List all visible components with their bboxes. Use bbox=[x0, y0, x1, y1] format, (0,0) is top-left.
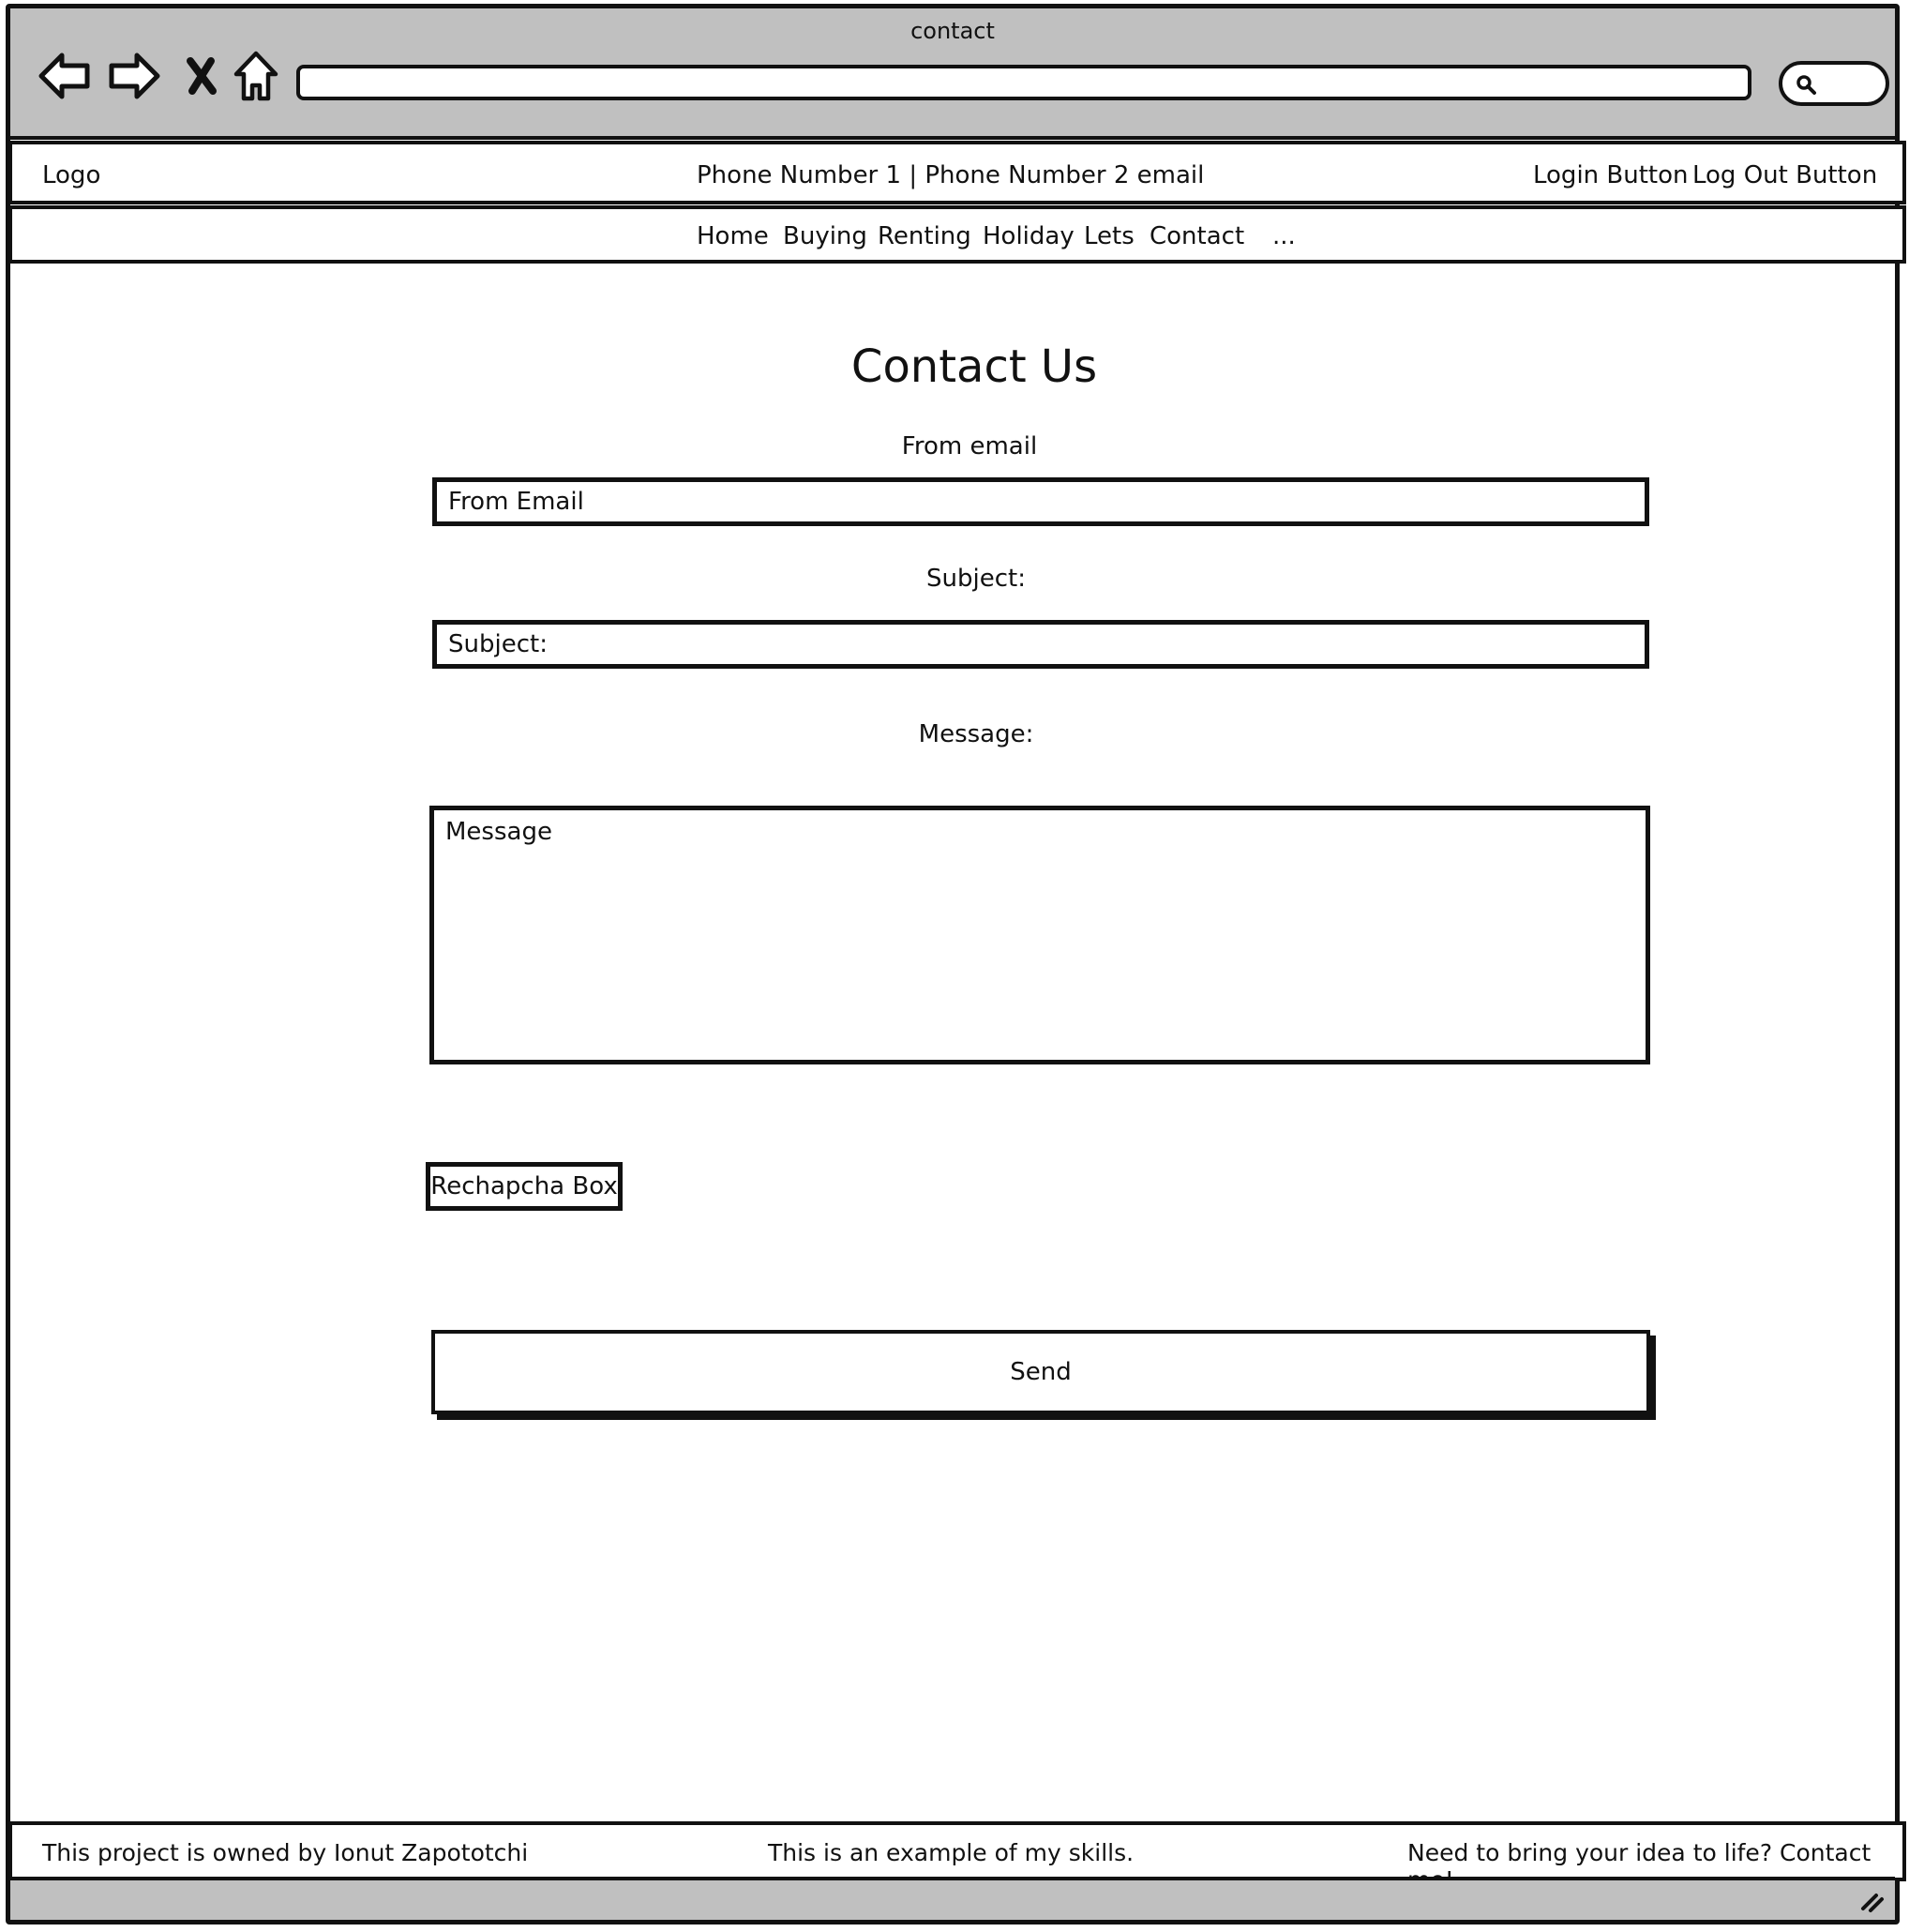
main-nav: Home Buying Renting Holiday Lets Contact… bbox=[8, 205, 1906, 264]
window-title: contact bbox=[910, 18, 995, 44]
home-icon[interactable] bbox=[226, 46, 286, 106]
send-button[interactable]: Send bbox=[431, 1330, 1650, 1414]
browser-window: contact Logo Phone Number 1 | Phone Numb… bbox=[6, 4, 1906, 1924]
nav-item-renting[interactable]: Renting bbox=[878, 222, 971, 250]
page-title: Contact Us bbox=[850, 340, 1098, 393]
logout-button[interactable]: Log Out Button bbox=[1692, 161, 1877, 189]
nav-item-contact[interactable]: Contact bbox=[1150, 222, 1244, 250]
subject-label: Subject: bbox=[926, 565, 1026, 593]
footer-example-text: This is an example of my skills. bbox=[768, 1839, 1135, 1866]
login-button[interactable]: Login Button bbox=[1533, 161, 1689, 189]
browser-chrome: contact bbox=[10, 8, 1895, 140]
close-x-icon[interactable] bbox=[172, 46, 232, 106]
status-bar bbox=[10, 1877, 1895, 1920]
site-header: Logo Phone Number 1 | Phone Number 2 ema… bbox=[8, 141, 1906, 204]
forward-arrow-icon[interactable] bbox=[104, 46, 164, 106]
nav-item-home[interactable]: Home bbox=[697, 222, 769, 250]
resize-grip-icon[interactable] bbox=[1857, 1888, 1886, 1914]
message-textarea[interactable]: Message bbox=[429, 806, 1650, 1064]
site-footer: This project is owned by Ionut Zapototch… bbox=[8, 1821, 1906, 1894]
nav-item-buying[interactable]: Buying bbox=[783, 222, 867, 250]
contact-info: Phone Number 1 | Phone Number 2 email bbox=[697, 161, 1205, 189]
subject-input[interactable]: Subject: bbox=[432, 620, 1649, 669]
nav-item-lets[interactable]: Lets bbox=[1084, 222, 1135, 250]
from-email-label: From email bbox=[901, 432, 1038, 460]
recaptcha-box[interactable]: Rechapcha Box bbox=[426, 1162, 623, 1211]
browser-search-box[interactable] bbox=[1779, 61, 1889, 106]
nav-item-more[interactable]: ... bbox=[1272, 222, 1296, 250]
footer-owner-text: This project is owned by Ionut Zapototch… bbox=[42, 1839, 529, 1866]
nav-item-holiday[interactable]: Holiday bbox=[983, 222, 1075, 250]
address-bar[interactable] bbox=[296, 65, 1751, 100]
logo[interactable]: Logo bbox=[42, 161, 100, 189]
back-arrow-icon[interactable] bbox=[35, 46, 95, 106]
message-label: Message: bbox=[918, 720, 1034, 748]
search-icon bbox=[1796, 75, 1816, 95]
from-email-input[interactable]: From Email bbox=[432, 477, 1649, 526]
